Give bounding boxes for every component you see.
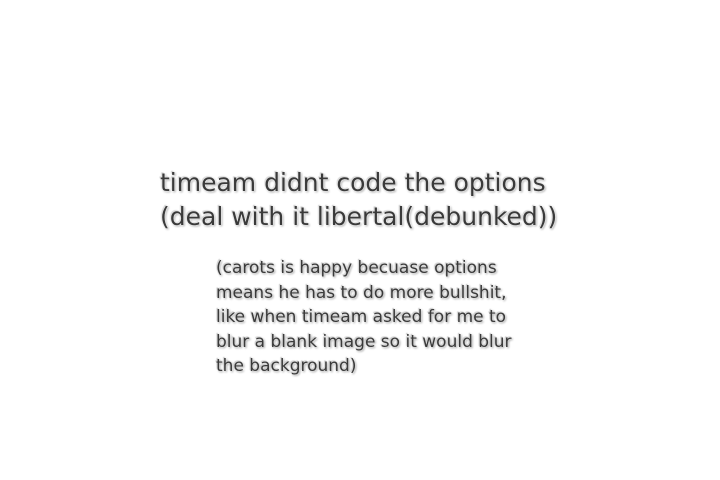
note-line: the background) xyxy=(216,356,357,376)
screen: timeam didnt code the options (deal with… xyxy=(0,0,720,480)
note-line: means he has to do more bullshit, xyxy=(216,282,507,303)
note-line: like when timeam asked for me to xyxy=(216,307,507,327)
note-line: blur a blank image so it would blur xyxy=(216,331,512,352)
heading-line: (deal with it libertal(debunked)) xyxy=(160,202,558,231)
options-note: (carots is happy becuase options means h… xyxy=(216,256,512,379)
note-line: (carots is happy becuase options xyxy=(216,258,497,278)
heading-line: timeam didnt code the options xyxy=(160,168,546,197)
options-heading: timeam didnt code the options (deal with… xyxy=(160,166,557,234)
